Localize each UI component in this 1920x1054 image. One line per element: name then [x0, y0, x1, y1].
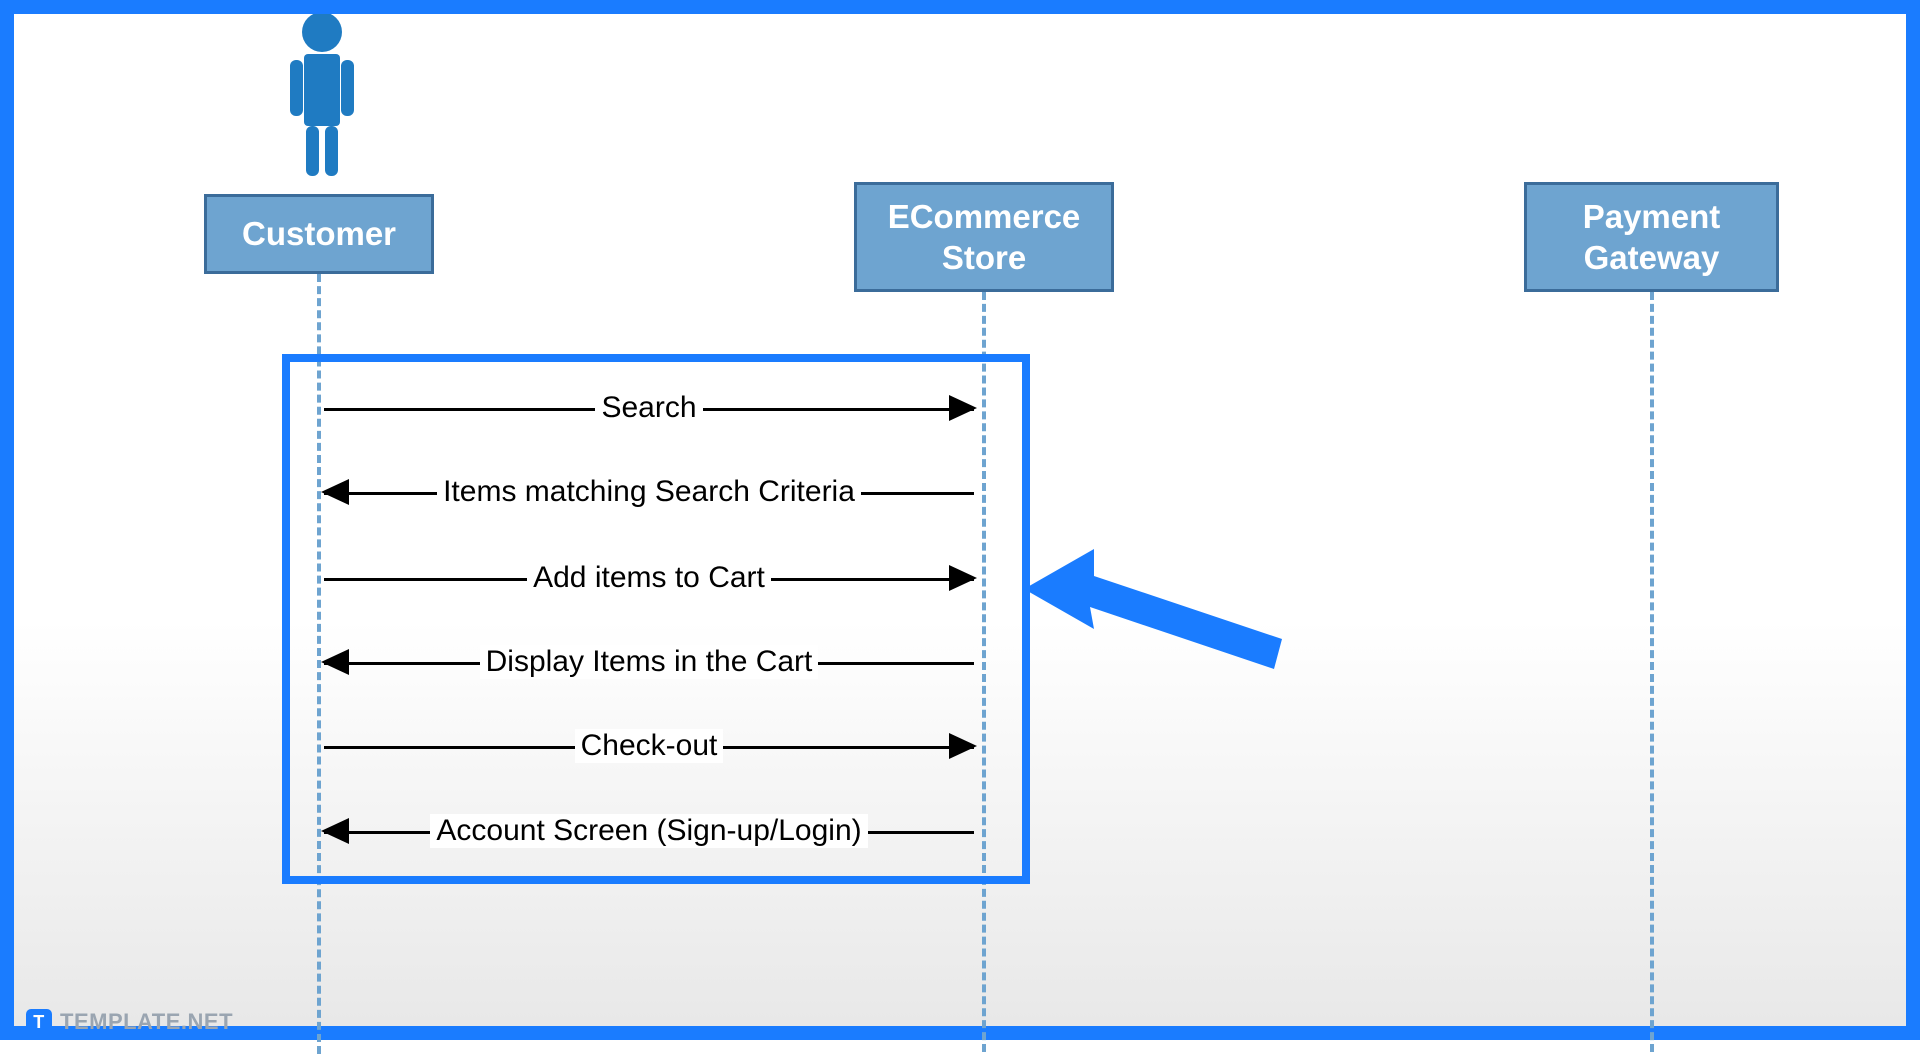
message-items-matching: Items matching Search Criteria	[324, 476, 974, 508]
highlight-selection-box	[282, 354, 1030, 884]
message-add-to-cart: Add items to Cart	[324, 562, 974, 594]
message-checkout: Check-out	[324, 730, 974, 762]
arrowhead-left-icon	[321, 818, 349, 844]
participant-customer-label: Customer	[242, 213, 396, 254]
message-label: Account Screen (Sign-up/Login)	[430, 814, 867, 848]
watermark: T TEMPLATE.NET	[26, 1009, 233, 1035]
message-label: Search	[595, 391, 702, 425]
message-label: Add items to Cart	[527, 561, 771, 595]
lifeline-gateway	[1650, 292, 1654, 1052]
arrowhead-right-icon	[949, 733, 977, 759]
message-display-cart: Display Items in the Cart	[324, 646, 974, 678]
arrowhead-right-icon	[949, 565, 977, 591]
callout-pointer-arrow-icon	[1024, 549, 1284, 669]
watermark-logo-icon: T	[26, 1009, 52, 1035]
arrowhead-left-icon	[321, 479, 349, 505]
participant-gateway-label: Payment Gateway	[1583, 196, 1721, 279]
arrowhead-right-icon	[949, 395, 977, 421]
message-label: Check-out	[575, 729, 724, 763]
participant-payment-gateway: Payment Gateway	[1524, 182, 1779, 292]
participant-customer: Customer	[204, 194, 434, 274]
message-account-screen: Account Screen (Sign-up/Login)	[324, 815, 974, 847]
message-search: Search	[324, 392, 974, 424]
diagram-frame: Customer ECommerce Store Payment Gateway…	[0, 0, 1920, 1040]
message-label: Items matching Search Criteria	[437, 475, 861, 509]
participant-ecommerce-store: ECommerce Store	[854, 182, 1114, 292]
message-label: Display Items in the Cart	[480, 645, 819, 679]
watermark-text: TEMPLATE.NET	[60, 1009, 233, 1035]
participant-store-label: ECommerce Store	[888, 196, 1081, 279]
actor-person-icon	[282, 14, 362, 184]
arrowhead-left-icon	[321, 649, 349, 675]
